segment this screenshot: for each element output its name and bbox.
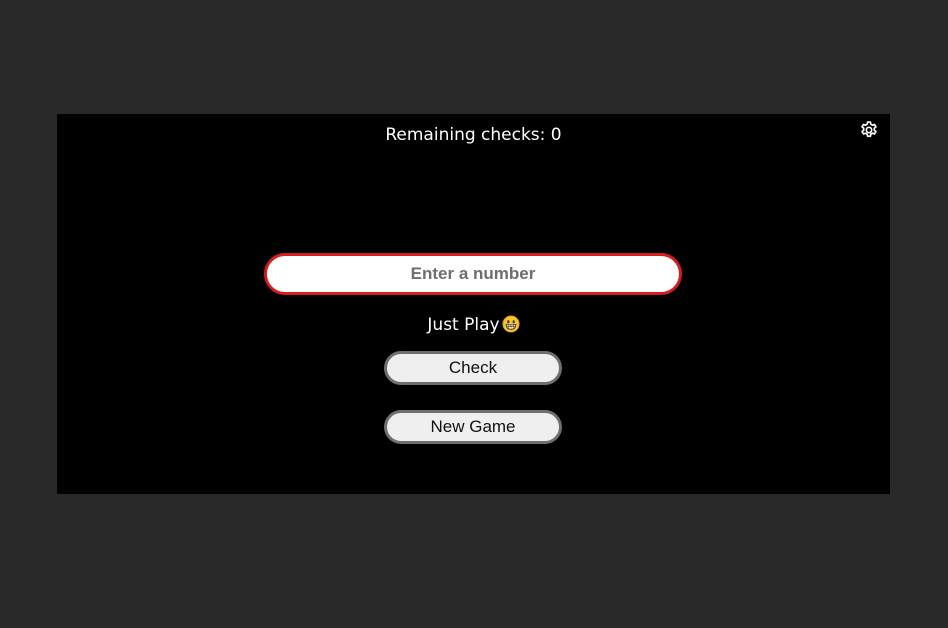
status-text: Just Play	[427, 315, 500, 335]
remaining-checks: Remaining checks: 0	[57, 125, 890, 145]
new-game-button[interactable]: New Game	[384, 410, 562, 444]
remaining-checks-count: 0	[550, 125, 562, 145]
remaining-checks-label: Remaining checks:	[385, 125, 551, 145]
number-input[interactable]	[264, 253, 682, 295]
game-panel: Remaining checks: 0 Just Play Check New …	[57, 114, 890, 494]
grinning-face-icon	[502, 315, 520, 333]
status-message: Just Play	[57, 315, 890, 335]
gear-icon	[861, 121, 877, 138]
check-button[interactable]: Check	[384, 351, 562, 385]
settings-button[interactable]	[858, 119, 880, 141]
